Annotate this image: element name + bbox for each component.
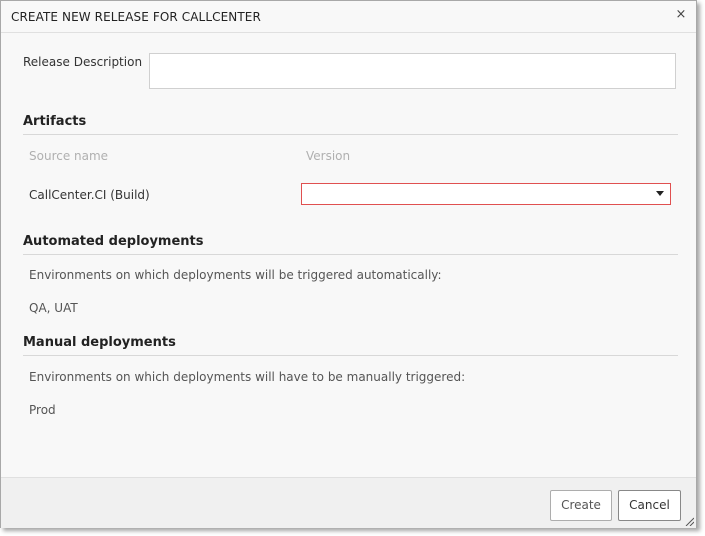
create-button[interactable]: Create [550,490,612,521]
release-description-input[interactable] [149,53,676,89]
artifacts-heading: Artifacts [23,114,87,129]
cancel-button[interactable]: Cancel [618,490,681,521]
artifact-source-name: CallCenter.CI (Build) [29,188,150,202]
source-name-column-header: Source name [29,149,109,163]
manual-environments: Prod [29,403,56,417]
automated-environments: QA, UAT [29,301,78,315]
dialog-title-bar: CREATE NEW RELEASE FOR CALLCENTER × [1,1,696,33]
release-description-label: Release Description [23,55,143,69]
artifacts-divider [23,134,678,135]
version-select[interactable] [301,183,671,205]
chevron-down-icon[interactable] [656,191,664,196]
create-release-dialog: CREATE NEW RELEASE FOR CALLCENTER × Rele… [0,0,697,528]
manual-deployments-heading: Manual deployments [23,335,176,350]
dialog-title: CREATE NEW RELEASE FOR CALLCENTER [11,10,261,24]
automated-deployments-heading: Automated deployments [23,234,204,249]
automated-deployments-description: Environments on which deployments will b… [29,268,442,282]
automated-deployments-divider [23,254,678,255]
manual-deployments-description: Environments on which deployments will h… [29,370,466,384]
dialog-footer: Create Cancel [1,477,696,528]
version-column-header: Version [306,149,351,163]
close-icon[interactable]: × [674,7,688,23]
resize-grip-icon[interactable] [684,516,694,526]
manual-deployments-divider [23,355,678,356]
